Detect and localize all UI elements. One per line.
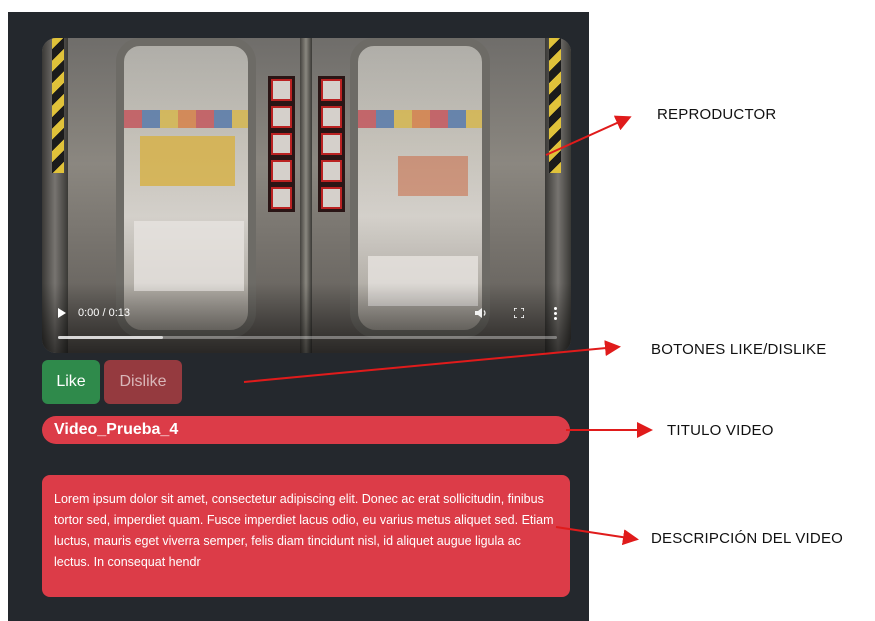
annotation-buttons: BOTONES LIKE/DISLIKE <box>651 341 827 358</box>
annotation-title: TITULO VIDEO <box>667 422 774 439</box>
annotation-player: REPRODUCTOR <box>657 106 777 123</box>
arrow-buttons <box>243 340 621 383</box>
arrow-description <box>555 526 639 546</box>
annotation-arrows <box>243 115 653 546</box>
arrow-player <box>545 115 632 156</box>
annotation-description: DESCRIPCIÓN DEL VIDEO <box>651 530 844 547</box>
